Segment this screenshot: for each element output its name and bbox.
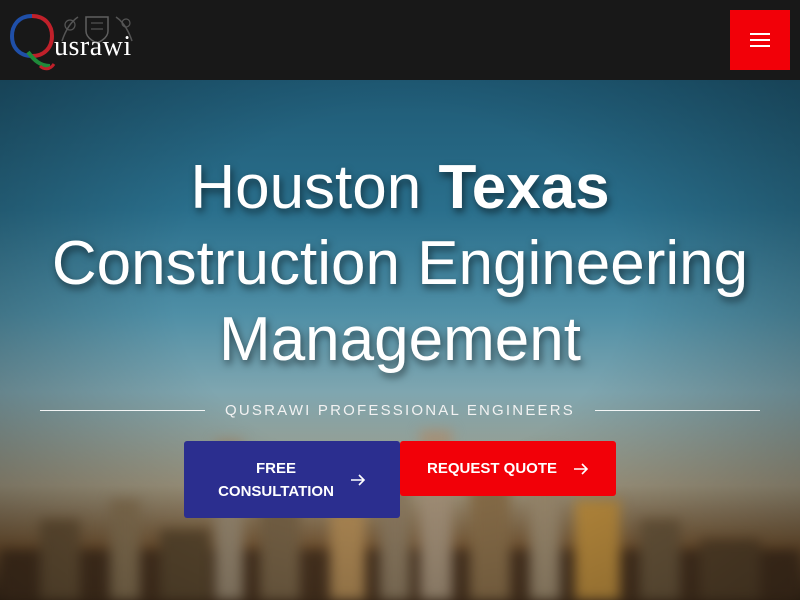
site-logo[interactable]: usrawi bbox=[10, 5, 133, 75]
site-header: usrawi bbox=[0, 0, 800, 80]
request-quote-label: REQUEST QUOTE bbox=[426, 460, 557, 477]
tagline: QUSRAWI PROFESSIONAL ENGINEERS bbox=[225, 401, 575, 419]
hero-title: Houston Texas Construction Engineering M… bbox=[0, 150, 800, 378]
hero-title-line3: Management bbox=[219, 305, 581, 374]
arrow-right-icon bbox=[350, 473, 366, 486]
hero-title-line2: Construction Engineering bbox=[51, 229, 749, 298]
free-consultation-label-line1: FREE bbox=[255, 459, 296, 477]
free-consultation-label-line2: CONSULTATION bbox=[218, 482, 334, 500]
hero-title-line1-bold: Texas bbox=[438, 153, 610, 222]
logo-q-mark bbox=[10, 14, 56, 71]
free-consultation-button[interactable]: FREE CONSULTATION bbox=[184, 441, 400, 518]
request-quote-button[interactable]: REQUEST QUOTE bbox=[400, 441, 616, 496]
tagline-row: QUSRAWI PROFESSIONAL ENGINEERS bbox=[40, 400, 761, 420]
menu-button[interactable] bbox=[730, 10, 790, 70]
tagline-divider-right bbox=[594, 409, 761, 411]
crest-emblem-icon bbox=[61, 16, 133, 44]
tagline-divider-left bbox=[40, 409, 206, 411]
free-consultation-label: FREE CONSULTATION bbox=[218, 457, 334, 503]
arrow-right-icon bbox=[574, 462, 589, 475]
hamburger-menu-icon bbox=[750, 33, 770, 47]
hero-title-line1-regular: Houston bbox=[190, 153, 439, 222]
